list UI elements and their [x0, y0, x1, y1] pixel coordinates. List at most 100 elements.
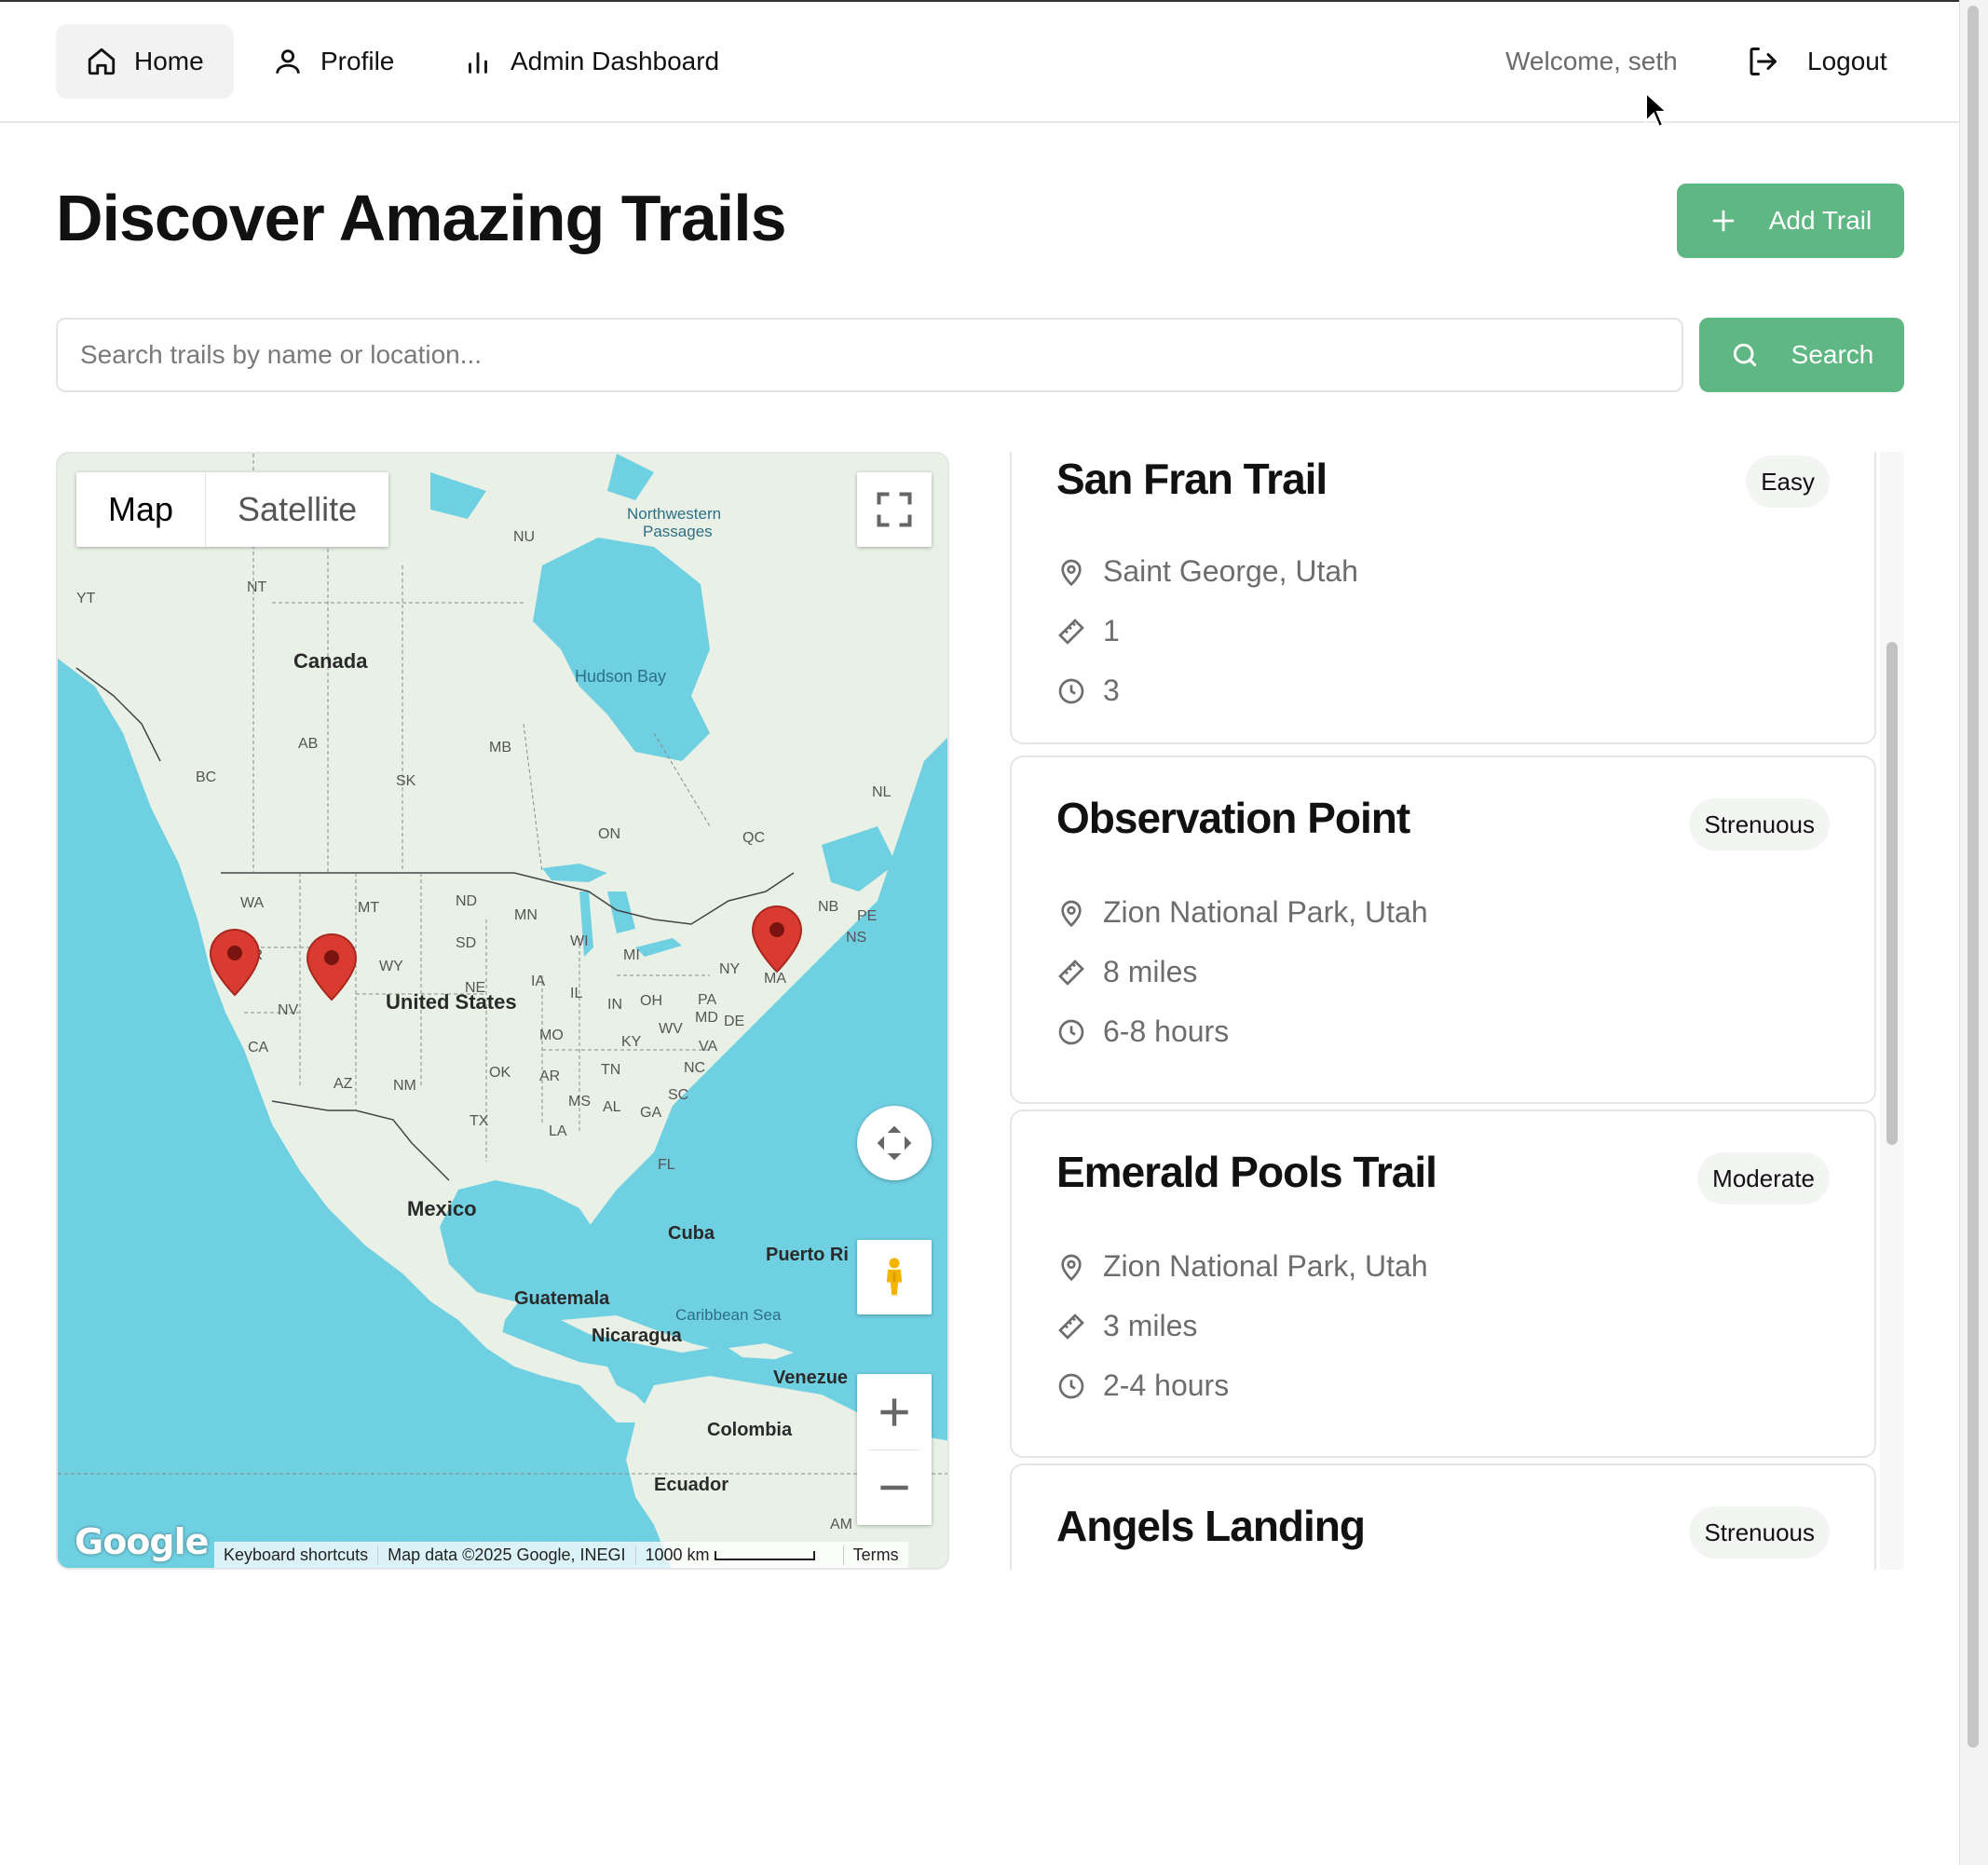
trail-duration: 6-8 hours [1056, 1014, 1229, 1049]
home-icon [88, 48, 116, 75]
terms-link[interactable]: Terms [844, 1545, 908, 1565]
trail-location: Zion National Park, Utah [1056, 895, 1428, 930]
map-label-mn: MN [514, 907, 538, 923]
plus-icon [1712, 210, 1735, 232]
trail-card[interactable]: Emerald Pools Trail Moderate Zion Nation… [1010, 1109, 1876, 1458]
map-label-ma: MA [764, 971, 786, 987]
map-label-ar: AR [539, 1069, 560, 1084]
trail-list[interactable]: San Fran Trail Easy Saint George, Utah 1… [1010, 452, 1904, 1570]
map-type-map-button[interactable]: Map [76, 472, 207, 547]
map-label-ecuador: Ecuador [654, 1475, 728, 1495]
map-label-sk: SK [396, 773, 416, 789]
trail-location: Zion National Park, Utah [1056, 1249, 1428, 1284]
map-label-qc: QC [742, 830, 765, 846]
search-button[interactable]: Search [1699, 318, 1904, 392]
map-pin-icon [1061, 900, 1082, 927]
map-label-venezuela: Venezue [773, 1368, 848, 1388]
map-label-ia: IA [531, 973, 545, 989]
page-scrollbar[interactable] [1959, 0, 1988, 1865]
trail-list-scroll-thumb[interactable] [1886, 642, 1898, 1145]
map-label-pe: PE [857, 908, 877, 924]
trail-duration: 2-4 hours [1056, 1368, 1229, 1403]
map-label-md: MD [695, 1010, 718, 1026]
map-label-pa: PA [698, 992, 716, 1008]
map-label-ms: MS [568, 1094, 591, 1109]
map-label-am: AM [830, 1517, 852, 1532]
clock-icon [1058, 1373, 1084, 1398]
map-label-on: ON [598, 826, 620, 842]
map-label-nc: NC [684, 1060, 705, 1076]
trail-length: 3 miles [1056, 1309, 1197, 1343]
logout-button[interactable]: Logout [1720, 24, 1913, 99]
map-label-hudson-bay: Hudson Bay [575, 667, 666, 686]
difficulty-badge: Easy [1746, 456, 1830, 508]
search-input[interactable] [56, 318, 1683, 392]
map-label-ky: KY [621, 1034, 642, 1050]
map-label-tx: TX [470, 1113, 489, 1129]
map-canvas[interactable]: Canada United States Mexico Cuba Puerto … [58, 454, 949, 1570]
street-view-pegman-button[interactable] [857, 1240, 932, 1314]
map-label-il: IL [570, 986, 582, 1001]
location-text: Zion National Park, Utah [1103, 895, 1428, 929]
add-trail-button[interactable]: Add Trail [1677, 184, 1904, 258]
fullscreen-button[interactable] [857, 472, 932, 547]
logout-icon [1750, 48, 1777, 75]
difficulty-badge: Strenuous [1689, 798, 1830, 851]
map-type-satellite-button[interactable]: Satellite [206, 472, 388, 547]
trail-list-scrollbar[interactable] [1880, 452, 1904, 1570]
difficulty-badge: Strenuous [1689, 1506, 1830, 1559]
trail-duration: 3 [1056, 674, 1120, 708]
clock-icon [1058, 1019, 1084, 1044]
trail-card[interactable]: San Fran Trail Easy Saint George, Utah 1… [1010, 452, 1876, 744]
trail-length: 1 [1056, 614, 1120, 648]
trail-map[interactable]: Canada United States Mexico Cuba Puerto … [56, 452, 949, 1570]
trail-card[interactable]: Observation Point Strenuous Zion Nationa… [1010, 756, 1876, 1104]
mouse-cursor-icon [1645, 91, 1669, 129]
duration-text: 2-4 hours [1103, 1368, 1230, 1402]
nav-admin-label: Admin Dashboard [511, 47, 720, 75]
map-label-nu: NU [513, 529, 535, 545]
map-label-mo: MO [539, 1028, 564, 1043]
map-label-colombia: Colombia [707, 1420, 793, 1440]
map-label-va: VA [699, 1039, 717, 1055]
map-label-puerto-rico: Puerto Ri [766, 1245, 849, 1265]
trail-name: Emerald Pools Trail [1056, 1148, 1437, 1196]
map-label-ne: NE [465, 980, 485, 996]
map-label-mb: MB [489, 740, 511, 756]
minus-icon [880, 1485, 908, 1490]
map-attribution: Keyboard shortcuts Map data ©2025 Google… [214, 1542, 908, 1568]
keyboard-shortcuts-link[interactable]: Keyboard shortcuts [214, 1545, 379, 1565]
map-pin-icon [1061, 1254, 1082, 1281]
duration-text: 6-8 hours [1103, 1014, 1230, 1048]
page-scroll-thumb[interactable] [1968, 6, 1979, 1748]
nav-admin-dashboard[interactable]: Admin Dashboard [432, 24, 749, 99]
trail-location: Saint George, Utah [1056, 554, 1358, 589]
map-label-oh: OH [640, 993, 662, 1009]
length-text: 3 miles [1103, 1309, 1198, 1342]
nav-profile[interactable]: Profile [242, 24, 424, 99]
map-label-nm: NM [393, 1078, 416, 1094]
search-button-label: Search [1791, 340, 1874, 369]
add-trail-label: Add Trail [1768, 206, 1872, 235]
zoom-in-button[interactable] [857, 1375, 932, 1450]
map-label-guatemala: Guatemala [514, 1288, 610, 1309]
camera-control-button[interactable] [857, 1106, 932, 1180]
ruler-icon [1058, 959, 1084, 986]
trail-name: Angels Landing [1056, 1502, 1366, 1550]
user-icon [276, 49, 300, 74]
map-label-caribbean-sea: Caribbean Sea [675, 1306, 782, 1324]
google-logo[interactable]: Google [75, 1521, 209, 1562]
map-label-nl: NL [872, 784, 892, 800]
map-pin-icon [1061, 559, 1082, 586]
map-label-nw-passages-1: Northwestern [627, 505, 721, 523]
nav-home[interactable]: Home [56, 24, 234, 99]
trail-length: 8 miles [1056, 955, 1197, 989]
map-label-wi: WI [570, 933, 589, 949]
nav-profile-label: Profile [320, 47, 395, 75]
map-label-tn: TN [601, 1062, 620, 1078]
trail-card[interactable]: Angels Landing Strenuous [1010, 1463, 1876, 1570]
map-scale[interactable]: 1000 km [636, 1545, 844, 1565]
zoom-out-button[interactable] [857, 1450, 932, 1525]
map-label-de: DE [724, 1014, 744, 1029]
bar-chart-icon [469, 52, 487, 74]
